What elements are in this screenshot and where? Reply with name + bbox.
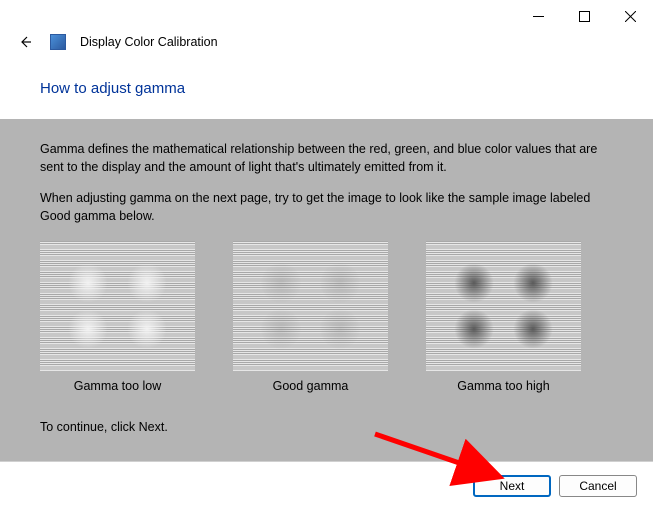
app-title: Display Color Calibration	[80, 35, 218, 49]
next-button[interactable]: Next	[473, 475, 551, 497]
back-button[interactable]	[14, 34, 36, 50]
window-titlebar	[0, 0, 653, 30]
close-button[interactable]	[607, 2, 653, 30]
sample-low-image	[40, 241, 195, 371]
page-heading: How to adjust gamma	[0, 60, 653, 119]
paragraph-1: Gamma defines the mathematical relations…	[40, 141, 617, 176]
app-icon	[50, 34, 66, 50]
sample-good-image	[233, 241, 388, 371]
content-area: Gamma defines the mathematical relations…	[0, 119, 653, 461]
sample-high: Gamma too high	[426, 241, 581, 393]
cancel-button[interactable]: Cancel	[559, 475, 637, 497]
minimize-button[interactable]	[515, 2, 561, 30]
sample-low: Gamma too low	[40, 241, 195, 393]
continue-text: To continue, click Next.	[40, 419, 617, 437]
sample-high-label: Gamma too high	[426, 379, 581, 393]
sample-low-label: Gamma too low	[40, 379, 195, 393]
header: Display Color Calibration	[0, 30, 653, 60]
sample-good-label: Good gamma	[233, 379, 388, 393]
sample-good: Good gamma	[233, 241, 388, 393]
maximize-button[interactable]	[561, 2, 607, 30]
footer: Next Cancel	[0, 461, 653, 509]
sample-high-image	[426, 241, 581, 371]
gamma-samples: Gamma too low Good gamma Gamma too high	[40, 241, 617, 393]
paragraph-2: When adjusting gamma on the next page, t…	[40, 190, 617, 225]
